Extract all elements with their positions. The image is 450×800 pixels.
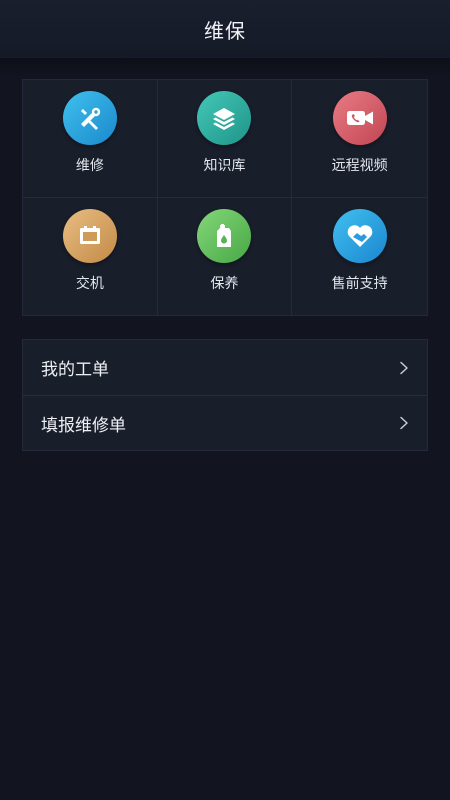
wrench-screwdriver-icon xyxy=(62,91,117,145)
menu-list: 我的工单 填报维修单 xyxy=(22,339,428,451)
heart-handshake-icon xyxy=(332,208,387,263)
grid-item-label: 交机 xyxy=(75,275,104,292)
grid-item-repair[interactable]: 维修 xyxy=(23,80,158,198)
grid-item-label: 远程视频 xyxy=(331,158,388,174)
grid-item-label: 保养 xyxy=(210,275,239,292)
grid-item-handover[interactable]: 交机 xyxy=(23,197,158,315)
grid-item-label: 知识库 xyxy=(203,158,246,174)
list-item-label: 我的工单 xyxy=(41,360,109,380)
header-shadow xyxy=(0,58,450,78)
grid-item-presales-support[interactable]: 售前支持 xyxy=(292,198,427,316)
app-header: 维保 xyxy=(0,0,450,58)
service-grid: 维修 知识库 远程视频 交机 保养 售前支持 xyxy=(22,79,428,316)
oil-can-icon xyxy=(197,208,252,263)
chevron-right-icon xyxy=(400,416,408,430)
grid-item-label: 售前支持 xyxy=(331,275,388,292)
grid-item-maintenance[interactable]: 保养 xyxy=(158,197,293,315)
chevron-right-icon xyxy=(400,361,408,374)
page-title: 维保 xyxy=(204,18,246,43)
list-item-label: 填报维修单 xyxy=(41,415,126,436)
grid-item-knowledge-base[interactable]: 知识库 xyxy=(157,80,293,198)
layers-icon xyxy=(197,91,252,145)
list-item-my-work-orders[interactable]: 我的工单 xyxy=(23,340,427,395)
grid-item-label: 维修 xyxy=(75,158,104,174)
video-call-icon xyxy=(332,91,387,145)
list-item-submit-repair-order[interactable]: 填报维修单 xyxy=(23,395,427,450)
grid-item-remote-video[interactable]: 远程视频 xyxy=(292,80,427,198)
battery-box-icon xyxy=(62,208,117,263)
